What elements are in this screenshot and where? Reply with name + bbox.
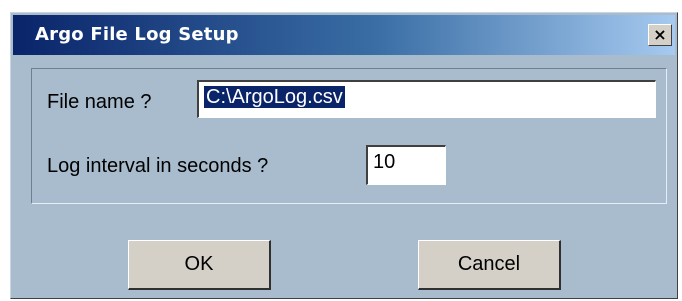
log-interval-label: Log interval in seconds ? xyxy=(47,155,269,177)
cancel-button[interactable]: Cancel xyxy=(418,240,561,290)
file-name-value: C:\ArgoLog.csv xyxy=(204,86,345,108)
file-name-label: File name ? xyxy=(47,91,152,113)
file-name-input[interactable]: C:\ArgoLog.csv xyxy=(197,80,656,118)
log-interval-input[interactable]: 10 xyxy=(366,145,446,185)
title-bar[interactable]: Argo File Log Setup × xyxy=(13,15,675,55)
log-interval-value: 10 xyxy=(373,151,396,173)
cancel-button-label: Cancel xyxy=(457,253,521,275)
ok-button[interactable]: OK xyxy=(128,240,271,290)
close-icon: × xyxy=(653,25,667,44)
ok-button-label: OK xyxy=(184,253,214,275)
close-button[interactable]: × xyxy=(648,24,672,46)
window-title: Argo File Log Setup xyxy=(35,24,239,45)
